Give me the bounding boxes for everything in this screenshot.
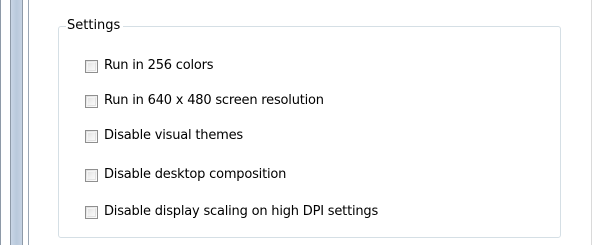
run-256-colors-option[interactable]: Run in 256 colors bbox=[85, 58, 214, 74]
disable-desktop-composition-checkbox[interactable] bbox=[85, 168, 98, 182]
run-256-colors-checkbox[interactable] bbox=[85, 59, 98, 73]
run-640x480-option[interactable]: Run in 640 x 480 screen resolution bbox=[85, 93, 324, 109]
disable-desktop-composition-label[interactable]: Disable desktop composition bbox=[104, 167, 286, 183]
run-640x480-checkbox[interactable] bbox=[85, 94, 98, 108]
disable-visual-themes-label[interactable]: Disable visual themes bbox=[104, 128, 243, 144]
settings-groupbox-title: Settings bbox=[66, 17, 124, 34]
disable-dpi-scaling-checkbox[interactable] bbox=[85, 205, 98, 219]
disable-dpi-scaling-label[interactable]: Disable display scaling on high DPI sett… bbox=[104, 204, 378, 220]
frame-border-line bbox=[0, 0, 1, 245]
frame-border-line bbox=[28, 0, 29, 245]
run-256-colors-label[interactable]: Run in 256 colors bbox=[104, 58, 214, 74]
run-640x480-label[interactable]: Run in 640 x 480 screen resolution bbox=[104, 93, 324, 109]
dialog-panel: Settings Run in 256 colors Run in 640 x … bbox=[30, 0, 605, 245]
frame-border-line bbox=[22, 0, 23, 245]
disable-visual-themes-checkbox[interactable] bbox=[85, 129, 98, 143]
disable-desktop-composition-option[interactable]: Disable desktop composition bbox=[85, 167, 286, 183]
disable-visual-themes-option[interactable]: Disable visual themes bbox=[85, 128, 243, 144]
disable-dpi-scaling-option[interactable]: Disable display scaling on high DPI sett… bbox=[85, 204, 378, 220]
frame-glass-strip bbox=[11, 0, 22, 245]
panel-edge bbox=[591, 0, 592, 245]
window-frame-left bbox=[0, 0, 29, 245]
